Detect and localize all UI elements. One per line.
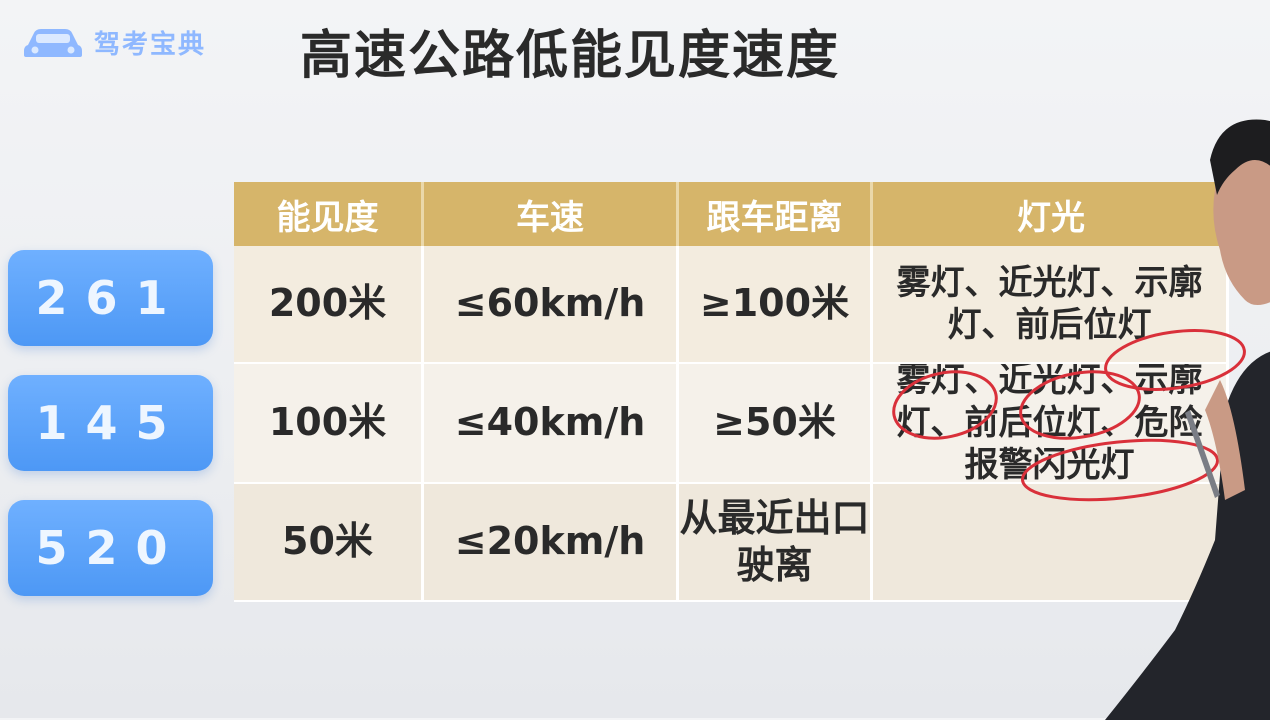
code-button-list: 261 145 520 (8, 250, 213, 610)
page-title: 高速公路低能见度速度 (300, 25, 841, 86)
header-lights: 灯光 (1017, 197, 1085, 238)
visibility-cell: 50米 (234, 484, 424, 602)
speed-cell: ≤20km/h (424, 484, 679, 602)
speed-cell: ≤40km/h (424, 364, 679, 484)
visibility-speed-table: 能见度 车速 跟车距离 灯光 200米 ≤60km/h ≥100米 雾灯、近光灯… (234, 182, 1229, 602)
code-button-520[interactable]: 520 (8, 500, 213, 596)
distance-cell: 从最近出口驶离 (679, 484, 873, 602)
code-button-261[interactable]: 261 (8, 250, 213, 346)
table-row: 200米 ≤60km/h ≥100米 雾灯、近光灯、示廓灯、前后位灯 (234, 246, 1229, 364)
distance-cell: ≥50米 (679, 364, 873, 484)
header-visibility: 能见度 (234, 182, 424, 246)
table-row: 50米 ≤20km/h 从最近出口驶离 (234, 484, 1229, 602)
header-distance: 跟车距离 (679, 182, 873, 246)
visibility-cell: 100米 (234, 364, 424, 484)
table-header-row: 能见度 车速 跟车距离 灯光 (234, 182, 1229, 246)
lights-cell: 雾灯、近光灯、示廓灯、前后位灯 (873, 246, 1229, 364)
header-speed: 车速 (424, 182, 679, 246)
car-icon (22, 23, 84, 61)
speed-cell: ≤60km/h (424, 246, 679, 364)
lights-cell: 雾灯、近光灯、示廓灯、前后位灯、危险报警闪光灯 (873, 364, 1229, 484)
brand-logo: 驾考宝典 (22, 18, 232, 66)
logo-text: 驾考宝典 (94, 29, 207, 60)
lights-cell (873, 484, 1229, 602)
visibility-cell: 200米 (234, 246, 424, 364)
distance-cell: ≥100米 (679, 246, 873, 364)
code-button-145[interactable]: 145 (8, 375, 213, 471)
table-row: 100米 ≤40km/h ≥50米 雾灯、近光灯、示廓灯、前后位灯、危险报警闪光… (234, 364, 1229, 484)
